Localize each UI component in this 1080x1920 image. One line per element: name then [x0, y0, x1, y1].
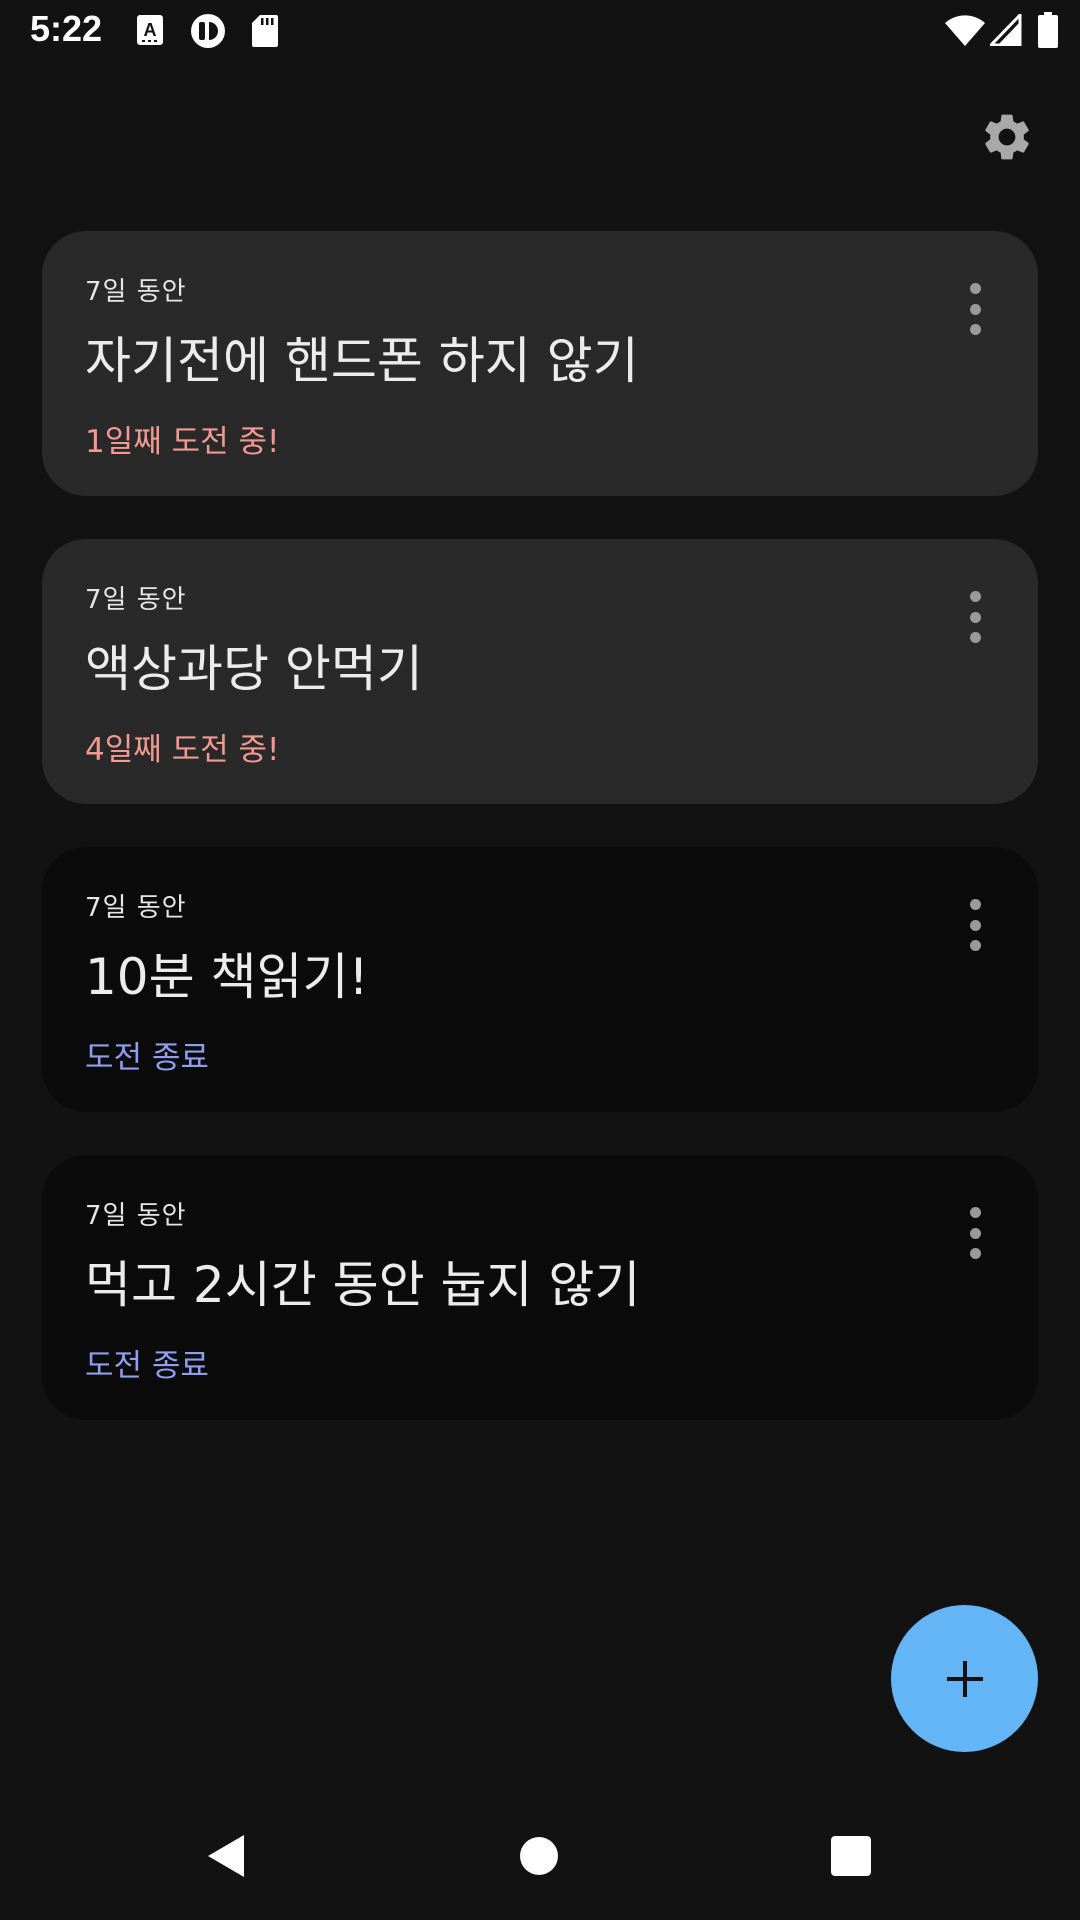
plus-icon	[946, 1660, 983, 1697]
sd-card-icon	[251, 14, 279, 52]
challenge-duration: 7일 동안	[85, 277, 187, 307]
signal-icon	[987, 11, 1022, 50]
svg-text:A: A	[144, 20, 157, 40]
challenge-card[interactable]: 7일 동안 액상과당 안먹기 4일째 도전 중!	[42, 539, 1038, 804]
challenge-duration: 7일 동안	[85, 585, 187, 615]
challenge-title: 10분 책읽기!	[85, 948, 369, 1006]
sync-circle-icon	[189, 12, 227, 54]
add-challenge-button[interactable]	[891, 1605, 1038, 1752]
challenge-duration: 7일 동안	[85, 1201, 187, 1231]
challenge-title: 자기전에 핸드폰 하지 않기	[85, 332, 639, 390]
challenge-card[interactable]: 7일 동안 먹고 2시간 동안 눕지 않기 도전 종료	[42, 1155, 1038, 1420]
battery-icon	[1038, 12, 1058, 52]
more-vert-icon[interactable]	[960, 279, 990, 339]
challenge-title: 액상과당 안먹기	[85, 640, 423, 698]
more-vert-icon[interactable]	[960, 1203, 990, 1263]
challenge-status: 도전 종료	[85, 1348, 209, 1384]
recents-square-icon[interactable]	[831, 1836, 871, 1876]
challenge-card[interactable]: 7일 동안 10분 책읽기! 도전 종료	[42, 847, 1038, 1112]
challenge-duration: 7일 동안	[85, 893, 187, 923]
autofill-a-icon: A	[136, 14, 166, 52]
more-vert-icon[interactable]	[960, 587, 990, 647]
status-bar: 5:22 A	[0, 0, 1080, 63]
gear-icon	[985, 114, 1029, 160]
challenge-title: 먹고 2시간 동안 눕지 않기	[85, 1256, 641, 1314]
challenge-status: 1일째 도전 중!	[85, 424, 280, 460]
home-circle-icon[interactable]	[520, 1837, 558, 1875]
app-screen: 5:22 A 7일 동안 자기전에 핸드폰 하지 않기 1일째 도전 중! 7일…	[0, 0, 1080, 1920]
more-vert-icon[interactable]	[960, 895, 990, 955]
status-time: 5:22	[30, 8, 103, 49]
settings-button[interactable]	[972, 102, 1042, 172]
challenge-card[interactable]: 7일 동안 자기전에 핸드폰 하지 않기 1일째 도전 중!	[42, 231, 1038, 496]
challenge-status: 4일째 도전 중!	[85, 732, 280, 768]
wifi-icon	[944, 14, 986, 50]
challenge-status: 도전 종료	[85, 1040, 209, 1076]
back-triangle-icon[interactable]	[206, 1834, 246, 1882]
